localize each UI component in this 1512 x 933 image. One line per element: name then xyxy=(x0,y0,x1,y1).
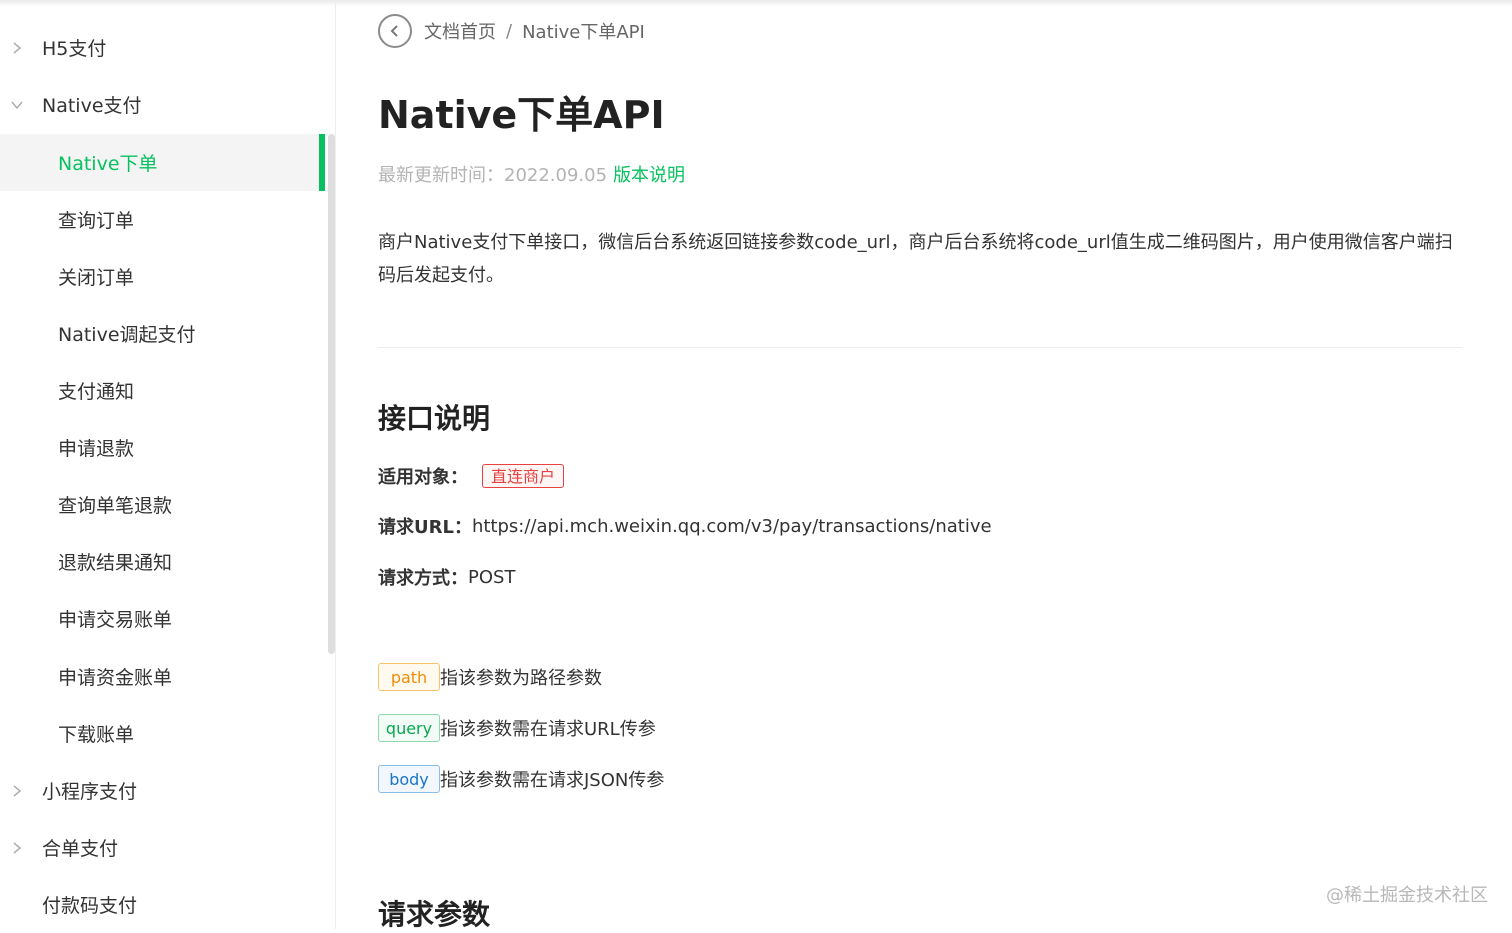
sidebar-item-native-order[interactable]: Native下单 xyxy=(0,134,325,191)
breadcrumb-home-link[interactable]: 文档首页 xyxy=(424,18,496,44)
sidebar-item-label: 退款结果通知 xyxy=(58,552,173,574)
sidebar-item-label: 合单支付 xyxy=(42,838,119,860)
target-row: 适用对象： 直连商户 xyxy=(378,462,565,490)
method-value: POST xyxy=(468,566,516,588)
url-value: https://api.mch.weixin.qq.com/v3/pay/tra… xyxy=(471,515,992,537)
sidebar-item-native-pay[interactable]: Native支付 xyxy=(0,76,325,133)
sidebar-item-label: 查询订单 xyxy=(58,210,135,232)
legend-text: 指该参数需在请求JSON传参 xyxy=(440,770,665,791)
sidebar-item-label: 关闭订单 xyxy=(58,267,135,289)
chevron-right-icon xyxy=(13,41,22,54)
sidebar-item-combine-pay[interactable]: 合单支付 xyxy=(0,819,325,876)
sidebar-item-label: 申请资金账单 xyxy=(58,667,173,689)
target-label: 适用对象： xyxy=(378,467,468,488)
breadcrumb: 文档首页 / Native下单API xyxy=(378,14,645,48)
sidebar-scrollbar[interactable] xyxy=(328,134,335,654)
sidebar-item-miniprogram-pay[interactable]: 小程序支付 xyxy=(0,762,325,819)
sidebar-item-label: 下载账单 xyxy=(58,724,135,746)
sidebar-item-label: 申请退款 xyxy=(58,438,135,460)
sidebar-item-fund-bill[interactable]: 申请资金账单 xyxy=(0,648,325,705)
chevron-right-icon xyxy=(13,784,22,797)
legend-text: 指该参数为路径参数 xyxy=(440,668,602,689)
sidebar-item-label: 小程序支付 xyxy=(42,781,138,803)
section-title-params: 请求参数 xyxy=(378,898,491,931)
legend-text: 指该参数需在请求URL传参 xyxy=(440,719,656,740)
main-content: 文档首页 / Native下单API Native下单API 最新更新时间：20… xyxy=(378,0,1462,931)
update-meta: 最新更新时间：2022.09.05 版本说明 xyxy=(378,161,685,187)
sidebar-item-query-refund[interactable]: 查询单笔退款 xyxy=(0,476,325,533)
method-row: 请求方式： POST xyxy=(378,563,515,591)
legend-body-row: body 指该参数需在请求JSON传参 xyxy=(378,765,664,793)
updated-label: 最新更新时间： xyxy=(378,165,504,186)
query-tag: query xyxy=(378,714,440,742)
divider xyxy=(378,347,1462,348)
legend-query-row: query 指该参数需在请求URL传参 xyxy=(378,714,656,742)
url-row: 请求URL： https://api.mch.weixin.qq.com/v3/… xyxy=(378,512,992,540)
sidebar-nav: H5支付 Native支付 Native下单 查询订单 关闭订单 Native调… xyxy=(0,0,336,929)
path-tag: path xyxy=(378,663,440,691)
sidebar-item-pay-notify[interactable]: 支付通知 xyxy=(0,362,325,419)
breadcrumb-separator: / xyxy=(506,20,513,42)
sidebar-item-label: 付款码支付 xyxy=(42,895,138,917)
watermark: @稀土掘金技术社区 xyxy=(1326,885,1488,906)
chevron-left-icon xyxy=(390,25,398,37)
sidebar-item-query-order[interactable]: 查询订单 xyxy=(0,191,325,248)
page-title: Native下单API xyxy=(378,93,665,137)
section-title-api: 接口说明 xyxy=(378,402,491,435)
sidebar-item-download-bill[interactable]: 下载账单 xyxy=(0,705,325,762)
sidebar-item-close-order[interactable]: 关闭订单 xyxy=(0,248,325,305)
body-tag: body xyxy=(378,765,440,793)
sidebar-item-label: Native下单 xyxy=(58,153,158,175)
legend-path-row: path 指该参数为路径参数 xyxy=(378,663,602,691)
sidebar-item-micropay[interactable]: 付款码支付 xyxy=(0,876,325,933)
chevron-right-icon xyxy=(13,841,22,854)
back-button[interactable] xyxy=(378,14,412,48)
sidebar-item-native-invoke[interactable]: Native调起支付 xyxy=(0,305,325,362)
method-label: 请求方式： xyxy=(378,568,468,589)
sidebar-item-label: 申请交易账单 xyxy=(58,609,173,631)
url-label: 请求URL： xyxy=(378,517,472,538)
sidebar-item-refund[interactable]: 申请退款 xyxy=(0,419,325,476)
page-description: 商户Native支付下单接口，微信后台系统返回链接参数code_url，商户后台… xyxy=(378,232,1453,286)
sidebar-item-label: Native调起支付 xyxy=(58,324,196,346)
sidebar-item-label: 支付通知 xyxy=(58,381,135,403)
version-notes-link[interactable]: 版本说明 xyxy=(613,165,685,186)
sidebar-item-refund-notify[interactable]: 退款结果通知 xyxy=(0,533,325,590)
sidebar-item-label: Native支付 xyxy=(42,95,142,117)
chevron-down-icon xyxy=(11,100,23,109)
sidebar-item-label: 查询单笔退款 xyxy=(58,495,173,517)
sidebar-item-trade-bill[interactable]: 申请交易账单 xyxy=(0,590,325,647)
target-tag: 直连商户 xyxy=(482,464,565,488)
sidebar-item-h5-pay[interactable]: H5支付 xyxy=(0,19,325,76)
updated-date: 2022.09.05 xyxy=(504,165,608,186)
breadcrumb-current: Native下单API xyxy=(522,22,645,43)
sidebar-item-label: H5支付 xyxy=(42,38,107,60)
